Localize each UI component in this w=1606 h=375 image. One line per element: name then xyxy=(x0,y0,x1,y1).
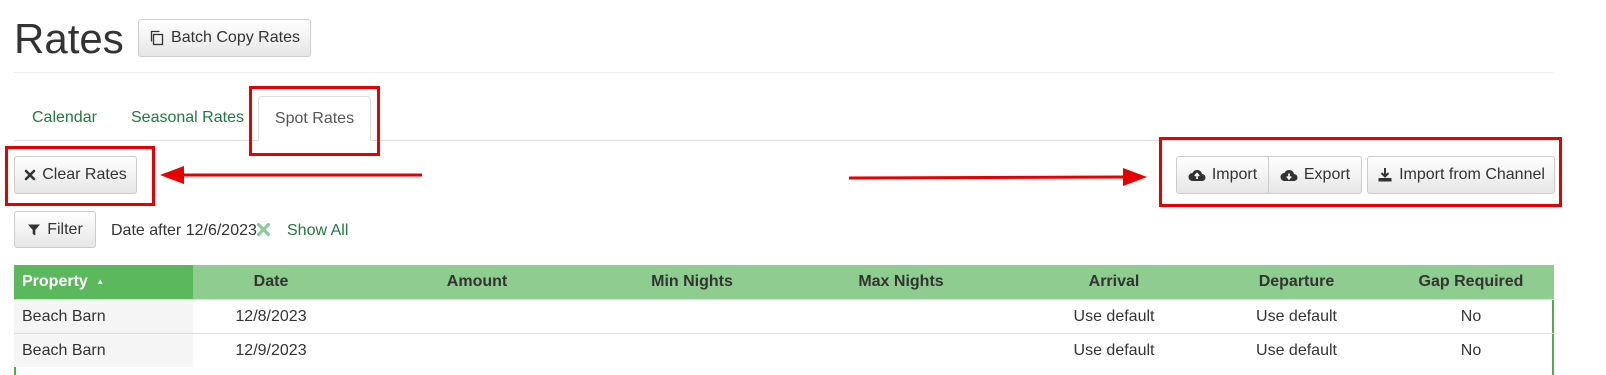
cell-min-nights xyxy=(605,333,779,367)
column-header-arrival[interactable]: Arrival xyxy=(1023,265,1205,300)
column-header-date[interactable]: Date xyxy=(193,265,349,300)
right-arrow-annotation xyxy=(848,168,1147,186)
cell-amount xyxy=(349,333,605,367)
highlight-clear-rates xyxy=(5,146,155,206)
batch-copy-rates-button[interactable]: Batch Copy Rates xyxy=(138,19,311,57)
cell-departure: Use default xyxy=(1205,333,1388,367)
column-header-property[interactable]: Property ▲ xyxy=(14,265,193,300)
cell-gap-required: No xyxy=(1388,333,1554,367)
cell-amount xyxy=(349,299,605,334)
active-filter-text: Date after 12/6/2023 xyxy=(111,222,257,239)
tab-calendar[interactable]: Calendar xyxy=(32,108,97,128)
cell-arrival: Use default xyxy=(1023,299,1205,334)
remove-filter-icon[interactable] xyxy=(256,222,271,242)
column-header-min-nights[interactable]: Min Nights xyxy=(605,265,779,300)
page-title: Rates xyxy=(14,15,124,62)
cell-property: Beach Barn xyxy=(14,299,193,334)
filter-button[interactable]: Filter xyxy=(14,211,96,248)
header-divider xyxy=(14,72,1553,73)
cell-min-nights xyxy=(605,299,779,334)
column-header-amount[interactable]: Amount xyxy=(349,265,605,300)
table-row[interactable]: Beach Barn 12/9/2023 Use default Use def… xyxy=(14,333,1554,367)
filter-label: Filter xyxy=(47,220,83,238)
tab-seasonal-rates[interactable]: Seasonal Rates xyxy=(131,108,244,128)
cell-date: 12/8/2023 xyxy=(193,299,349,334)
sort-asc-icon: ▲ xyxy=(96,277,105,287)
cell-date: 12/9/2023 xyxy=(193,333,349,367)
highlight-import-export xyxy=(1159,137,1562,207)
cell-gap-required: No xyxy=(1388,299,1554,334)
show-all-link[interactable]: Show All xyxy=(287,222,348,240)
highlight-spot-rates-tab xyxy=(249,86,380,156)
filter-icon xyxy=(27,223,41,237)
column-header-gap-required[interactable]: Gap Required xyxy=(1388,265,1554,300)
column-header-departure[interactable]: Departure xyxy=(1205,265,1388,300)
left-arrow-annotation xyxy=(160,166,422,184)
cell-property: Beach Barn xyxy=(14,333,193,367)
cell-departure: Use default xyxy=(1205,299,1388,334)
cell-max-nights xyxy=(779,333,1023,367)
table-header-row: Property ▲ Date Amount Min Nights Max Ni… xyxy=(14,265,1554,300)
copy-icon xyxy=(149,30,165,46)
cell-max-nights xyxy=(779,299,1023,334)
column-header-max-nights[interactable]: Max Nights xyxy=(779,265,1023,300)
rates-table: Property ▲ Date Amount Min Nights Max Ni… xyxy=(14,265,1554,367)
batch-copy-rates-label: Batch Copy Rates xyxy=(171,29,300,46)
table-row[interactable]: Beach Barn 12/8/2023 Use default Use def… xyxy=(14,299,1554,334)
cell-arrival: Use default xyxy=(1023,333,1205,367)
